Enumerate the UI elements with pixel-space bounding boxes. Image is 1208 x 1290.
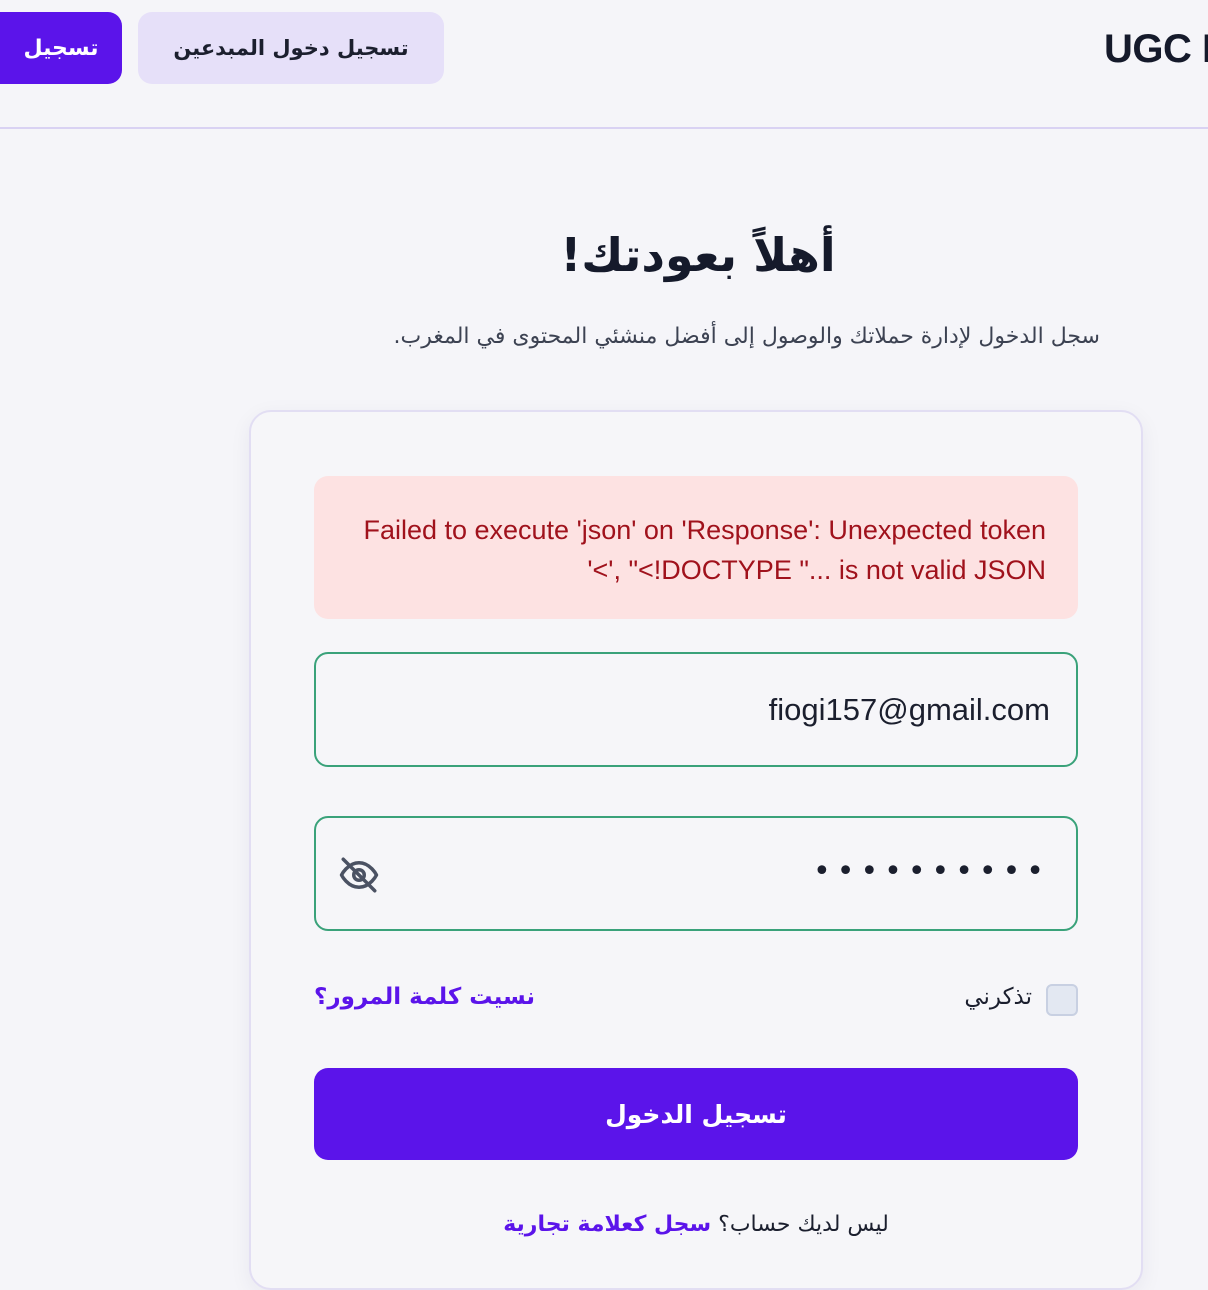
remember-me-checkbox[interactable] xyxy=(1046,984,1078,1016)
page-title: أهلاً بعودتك! xyxy=(560,228,836,282)
top-header: تسجيل تسجيل دخول المبدعين UGC M xyxy=(0,0,1208,129)
register-button[interactable]: تسجيل xyxy=(0,12,122,84)
page-subtitle: سجل الدخول لإدارة حملاتك والوصول إلى أفض… xyxy=(393,324,1100,349)
creator-login-button[interactable]: تسجيل دخول المبدعين xyxy=(138,12,444,84)
register-brand-link[interactable]: سجل كعلامة تجارية xyxy=(503,1212,711,1237)
password-input[interactable]: •••••••••• xyxy=(813,854,1050,889)
brand-logo[interactable]: UGC M xyxy=(1104,24,1208,74)
no-account-text: ليس لديك حساب؟ xyxy=(718,1212,889,1237)
password-field[interactable]: •••••••••• xyxy=(314,816,1078,931)
signup-prompt: ليس لديك حساب؟ سجل كعلامة تجارية xyxy=(314,1212,1078,1237)
remember-me-label[interactable]: تذكرني xyxy=(900,984,1032,1010)
error-message: Failed to execute 'json' on 'Response': … xyxy=(363,515,1046,585)
email-input[interactable] xyxy=(316,654,1076,765)
email-field[interactable] xyxy=(314,652,1078,767)
error-alert: Failed to execute 'json' on 'Response': … xyxy=(314,476,1078,619)
forgot-password-link[interactable]: نسيت كلمة المرور؟ xyxy=(314,984,535,1010)
eye-off-icon[interactable] xyxy=(338,854,380,896)
login-submit-button[interactable]: تسجيل الدخول xyxy=(314,1068,1078,1160)
